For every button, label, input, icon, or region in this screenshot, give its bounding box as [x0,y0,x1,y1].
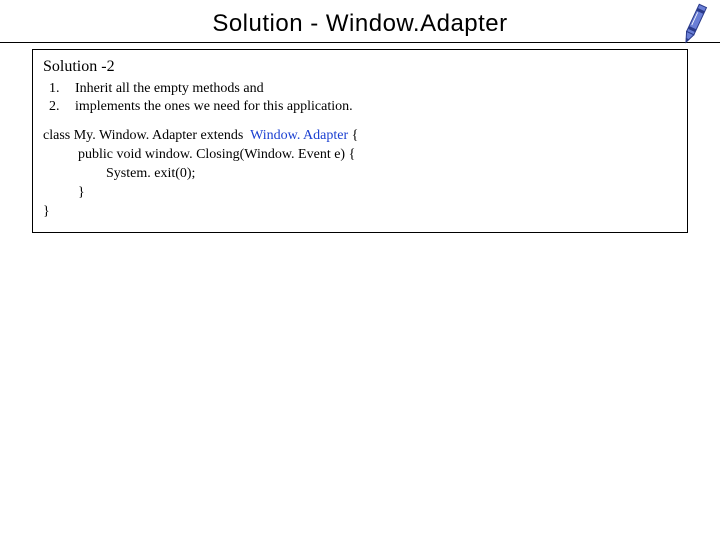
list-text: implements the ones we need for this app… [75,98,677,117]
subtitle: Solution -2 [43,56,677,78]
code-line: } [43,185,85,200]
code-keyword: Window. Adapter [250,128,348,143]
list-text: Inherit all the empty methods and [75,80,677,99]
crayon-icon [674,0,714,50]
code-line: { [348,128,358,143]
code-block: class My. Window. Adapter extends Window… [43,127,677,221]
list-item: 1. Inherit all the empty methods and [43,80,677,99]
list-number: 1. [43,80,75,99]
code-line: System. exit(0); [43,166,195,181]
list-number: 2. [43,98,75,117]
code-line: } [43,204,50,219]
slide: Solution - Window.Adapter Solution -2 1.… [0,0,720,540]
slide-title: Solution - Window.Adapter [0,0,720,43]
code-line: public void window. Closing(Window. Even… [43,147,355,162]
code-line: class My. Window. Adapter extends [43,128,250,143]
list-item: 2. implements the ones we need for this … [43,98,677,117]
content-box: Solution -2 1. Inherit all the empty met… [32,49,688,233]
numbered-list: 1. Inherit all the empty methods and 2. … [43,80,677,118]
